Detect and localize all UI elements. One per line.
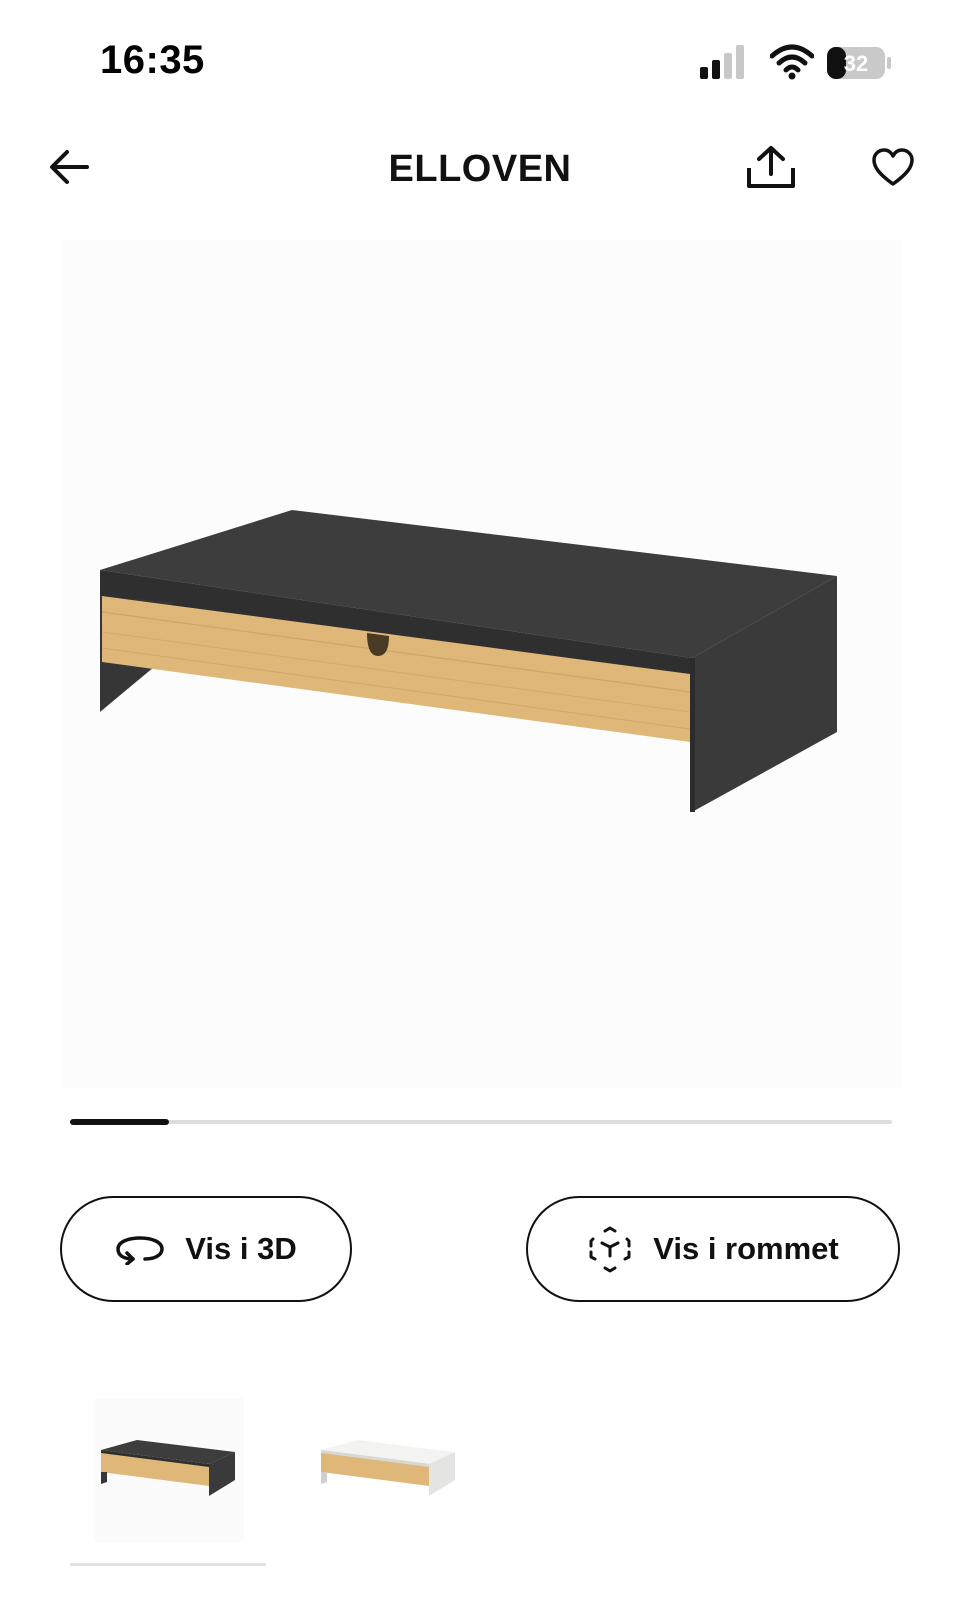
variant-image-anthracite [101, 1440, 235, 1496]
status-time: 16:35 [100, 38, 205, 82]
battery-icon: 32 [827, 47, 891, 79]
heart-icon [872, 148, 914, 186]
variant-image-white [321, 1440, 455, 1496]
image-progress-track [70, 1119, 892, 1125]
battery-level: 32 [844, 51, 868, 76]
page-title: ELLOVEN [388, 148, 572, 190]
selected-variant-indicator [70, 1563, 266, 1566]
product-image[interactable] [62, 240, 902, 1088]
variant-thumbnail-anthracite[interactable] [94, 1398, 244, 1542]
view-3d-button[interactable]: Vis i 3D [60, 1196, 352, 1302]
wifi-icon [770, 44, 814, 80]
view-3d-label: Vis i 3D [185, 1231, 297, 1266]
variant-thumbnail-white[interactable] [314, 1398, 464, 1542]
view-in-room-label: Vis i rommet [653, 1231, 839, 1266]
cellular-signal-icon [700, 45, 744, 79]
rotate-3d-icon [116, 1236, 165, 1265]
share-button[interactable] [742, 138, 800, 196]
nav-bar: ELLOVEN [0, 130, 960, 210]
monitor-stand-image [100, 510, 837, 812]
share-icon [747, 146, 795, 188]
ar-cube-icon [589, 1226, 631, 1273]
view-in-room-button[interactable]: Vis i rommet [526, 1196, 900, 1302]
status-bar: 16:35 32 [0, 0, 960, 120]
image-progress-fill [70, 1119, 169, 1125]
favorite-button[interactable] [864, 138, 922, 196]
